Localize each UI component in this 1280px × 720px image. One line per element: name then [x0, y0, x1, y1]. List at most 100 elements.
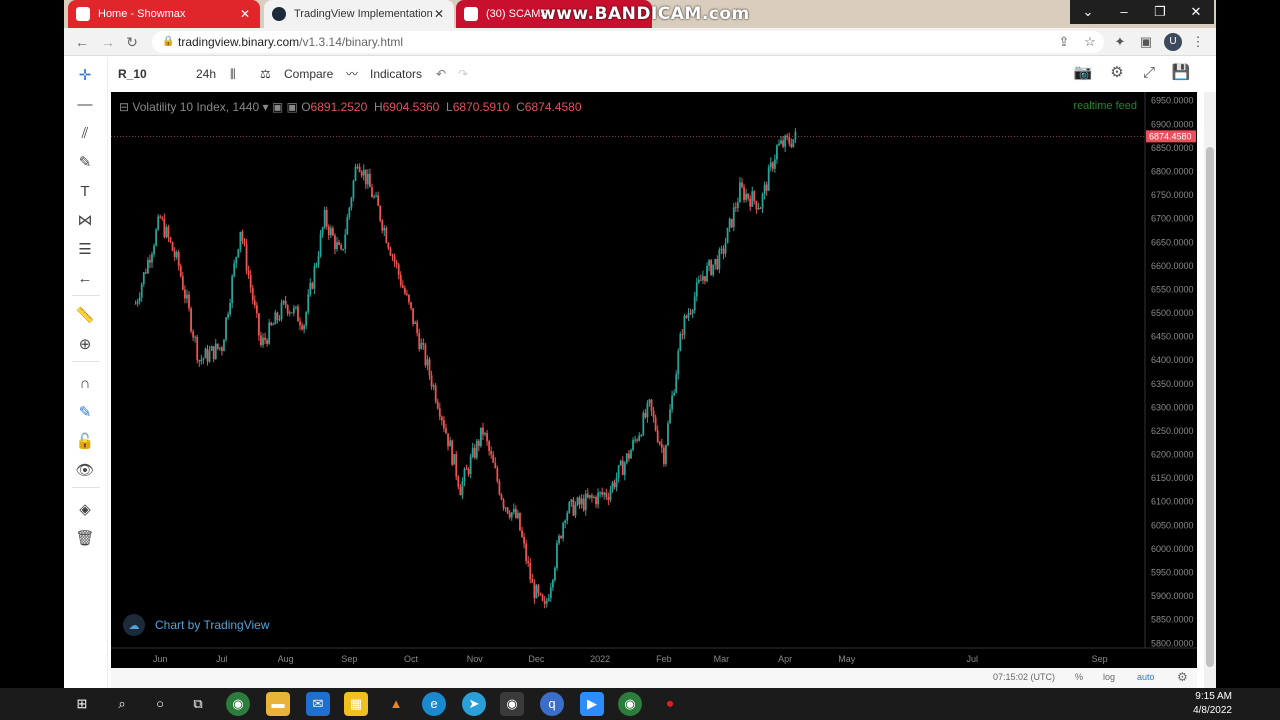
- store-icon[interactable]: ▦: [344, 692, 368, 716]
- percent-toggle[interactable]: %: [1075, 672, 1083, 682]
- trend-line-icon[interactable]: —: [74, 94, 96, 116]
- x-tick-label: 2022: [590, 654, 610, 664]
- telegram-icon[interactable]: ➤: [462, 692, 486, 716]
- compare-icon[interactable]: ⚖: [260, 66, 271, 82]
- x-tick-label: Mar: [714, 654, 730, 664]
- eye-icon[interactable]: 👁: [74, 460, 96, 482]
- reload-icon[interactable]: ↻: [122, 32, 142, 52]
- side-panel-icon[interactable]: ▣: [1136, 32, 1156, 52]
- undo-icon[interactable]: ↶: [436, 66, 446, 82]
- candle-body: [309, 282, 312, 295]
- extensions-icon[interactable]: ✦: [1110, 32, 1130, 52]
- utc-clock[interactable]: 07:15:02 (UTC): [993, 672, 1055, 682]
- candle-body: [473, 447, 476, 458]
- chrome-icon[interactable]: ◉: [226, 692, 250, 716]
- indicators-button[interactable]: Indicators: [370, 66, 422, 82]
- record-icon[interactable]: ⏺: [658, 692, 682, 716]
- layers-icon[interactable]: ◈: [74, 499, 96, 521]
- qbittorrent-icon[interactable]: q: [540, 692, 564, 716]
- share-icon[interactable]: ⇪: [1054, 32, 1074, 52]
- url-field[interactable]: 🔒 tradingview.binary.com/v1.3.14/binary.…: [152, 31, 1104, 53]
- profile-avatar[interactable]: U: [1164, 33, 1182, 51]
- prediction-tool-icon[interactable]: ☰: [74, 239, 96, 261]
- candle-style-icon[interactable]: ⫼: [230, 66, 236, 82]
- magnet-icon[interactable]: ∩: [74, 373, 96, 395]
- scale-settings-icon[interactable]: ⚙: [1177, 670, 1188, 684]
- fullscreen-icon[interactable]: ⤢: [1138, 62, 1160, 84]
- fib-tool-icon[interactable]: ⫽: [74, 123, 96, 145]
- candle-body: [623, 462, 626, 476]
- bookmark-star-icon[interactable]: ☆: [1080, 32, 1100, 52]
- arrow-left-icon[interactable]: ←: [74, 268, 96, 290]
- lock-icon[interactable]: 🔒: [162, 31, 174, 53]
- file-explorer-icon[interactable]: ▬: [266, 692, 290, 716]
- legend-collapse-icon[interactable]: ⊟: [119, 100, 132, 114]
- save-icon[interactable]: 💾: [1170, 62, 1192, 84]
- tab-tradingview[interactable]: TradingView Implementation for ✕: [264, 0, 454, 28]
- legend-title[interactable]: Volatility 10 Index, 1440: [132, 100, 259, 114]
- symbol-search[interactable]: R_10: [118, 66, 147, 82]
- candle-body: [584, 493, 587, 511]
- camera-icon[interactable]: 📷: [1072, 62, 1094, 84]
- restore-icon[interactable]: ❐: [1142, 0, 1178, 24]
- stay-in-drawing-icon[interactable]: ✎: [74, 402, 96, 424]
- branding-text[interactable]: Chart by TradingView: [155, 618, 270, 632]
- tab-search-icon[interactable]: ⌄: [1070, 0, 1106, 24]
- tray-date[interactable]: 4/8/2022: [1172, 705, 1232, 716]
- tab-close-icon[interactable]: ✕: [238, 7, 252, 21]
- tradingview-branding[interactable]: ☁ Chart by TradingView: [123, 614, 270, 636]
- candle-body: [342, 248, 345, 250]
- windows-start-icon[interactable]: ⊞: [70, 692, 94, 716]
- legend-settings-icon[interactable]: ▣ ▣: [272, 100, 301, 114]
- zoom-in-icon[interactable]: ⊕: [74, 334, 96, 356]
- candle-body: [153, 245, 155, 255]
- page-scrollbar[interactable]: [1204, 92, 1216, 688]
- log-toggle[interactable]: log: [1103, 672, 1115, 682]
- candle-body: [299, 321, 301, 326]
- auto-toggle[interactable]: auto: [1137, 672, 1155, 682]
- scrollbar-thumb[interactable]: [1206, 147, 1214, 667]
- vlc-icon[interactable]: ▲: [384, 692, 408, 716]
- candle-body: [305, 312, 308, 326]
- text-tool-icon[interactable]: T: [74, 181, 96, 203]
- tray-time[interactable]: 9:15 AM: [1172, 691, 1232, 702]
- ruler-icon[interactable]: 📏: [74, 305, 96, 327]
- edge-icon[interactable]: e: [422, 692, 446, 716]
- chrome-profile-icon[interactable]: ◉: [618, 692, 642, 716]
- tab-close-icon[interactable]: ✕: [432, 7, 446, 21]
- pattern-tool-icon[interactable]: ⋈: [74, 210, 96, 232]
- chart-pane[interactable]: 6950.0000 6900.0000 6850.0000 6800.0000 6750…: [111, 92, 1197, 668]
- candle-body: [391, 255, 394, 257]
- lock-drawings-icon[interactable]: 🔓: [74, 431, 96, 453]
- close-window-icon[interactable]: ✕: [1178, 0, 1214, 24]
- candle-body: [498, 481, 501, 495]
- forward-icon[interactable]: →: [98, 32, 118, 52]
- compare-button[interactable]: Compare: [284, 66, 333, 82]
- back-icon[interactable]: ←: [72, 32, 92, 52]
- candle-body: [403, 287, 406, 294]
- settings-icon[interactable]: ⚙: [1106, 62, 1128, 84]
- legend-dropdown-icon[interactable]: ▾: [263, 100, 272, 114]
- indicators-icon[interactable]: 〰: [346, 66, 358, 82]
- mail-icon[interactable]: ✉: [306, 692, 330, 716]
- candle-body: [247, 270, 250, 276]
- brush-icon[interactable]: ✎: [74, 152, 96, 174]
- minimize-icon[interactable]: –: [1106, 0, 1142, 24]
- search-icon[interactable]: ⌕: [110, 692, 134, 716]
- crosshair-icon[interactable]: ✛: [74, 65, 96, 87]
- candle-body: [510, 512, 513, 518]
- task-view-icon[interactable]: ⧉: [186, 692, 210, 716]
- redo-icon[interactable]: ↷: [458, 66, 468, 82]
- trash-icon[interactable]: 🗑: [74, 528, 96, 550]
- cortana-icon[interactable]: ○: [148, 692, 172, 716]
- tab-showmax[interactable]: Home - Showmax ✕: [68, 0, 260, 28]
- zoom-icon[interactable]: ▶: [580, 692, 604, 716]
- chrome-active-icon[interactable]: ◉: [500, 692, 524, 716]
- tab-label: Home - Showmax: [98, 8, 186, 20]
- candle-body: [512, 508, 515, 513]
- menu-icon[interactable]: ⋮: [1188, 32, 1208, 52]
- candle-body: [605, 492, 608, 498]
- interval-selector[interactable]: 24h: [196, 66, 216, 82]
- price-chart[interactable]: 6950.0000 6900.0000 6850.0000 6800.0000 6750…: [111, 92, 1197, 668]
- candle-body: [346, 217, 349, 235]
